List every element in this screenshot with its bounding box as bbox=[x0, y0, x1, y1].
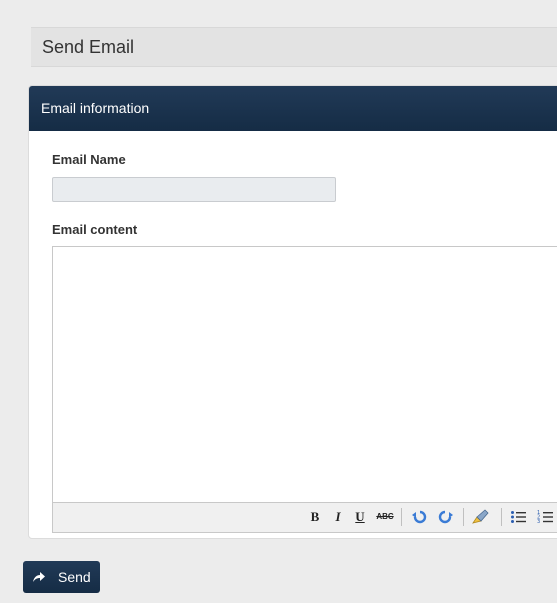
send-button[interactable]: Send bbox=[23, 561, 100, 593]
email-content-area[interactable] bbox=[53, 247, 557, 504]
bullet-list-icon[interactable] bbox=[510, 509, 526, 525]
page-title: Send Email bbox=[42, 37, 135, 57]
email-name-input[interactable] bbox=[52, 177, 336, 202]
svg-text:3: 3 bbox=[537, 519, 540, 525]
undo-icon[interactable] bbox=[411, 509, 427, 525]
toolbar-separator bbox=[401, 508, 402, 526]
toolbar-separator bbox=[463, 508, 464, 526]
toolbar-separator bbox=[501, 508, 502, 526]
underline-button[interactable]: U bbox=[353, 509, 367, 525]
eraser-icon[interactable] bbox=[471, 509, 489, 525]
send-label: Send bbox=[58, 569, 91, 585]
email-content-label: Email content bbox=[52, 222, 138, 237]
email-content-editor: B I U ABC 123 bbox=[52, 246, 557, 533]
strikethrough-button[interactable]: ABC bbox=[374, 509, 396, 525]
panel-heading: Email information bbox=[29, 86, 557, 131]
italic-button[interactable]: I bbox=[331, 509, 345, 525]
email-name-label: Email Name bbox=[52, 152, 126, 167]
reply-arrow-icon bbox=[32, 570, 46, 584]
email-information-panel: Email information Email Name Email conte… bbox=[28, 85, 557, 539]
page-header: Send Email bbox=[31, 27, 557, 67]
editor-toolbar: B I U ABC 123 bbox=[53, 502, 557, 532]
numbered-list-icon[interactable]: 123 bbox=[537, 509, 553, 525]
bold-button[interactable]: B bbox=[308, 509, 322, 525]
redo-icon[interactable] bbox=[438, 509, 454, 525]
